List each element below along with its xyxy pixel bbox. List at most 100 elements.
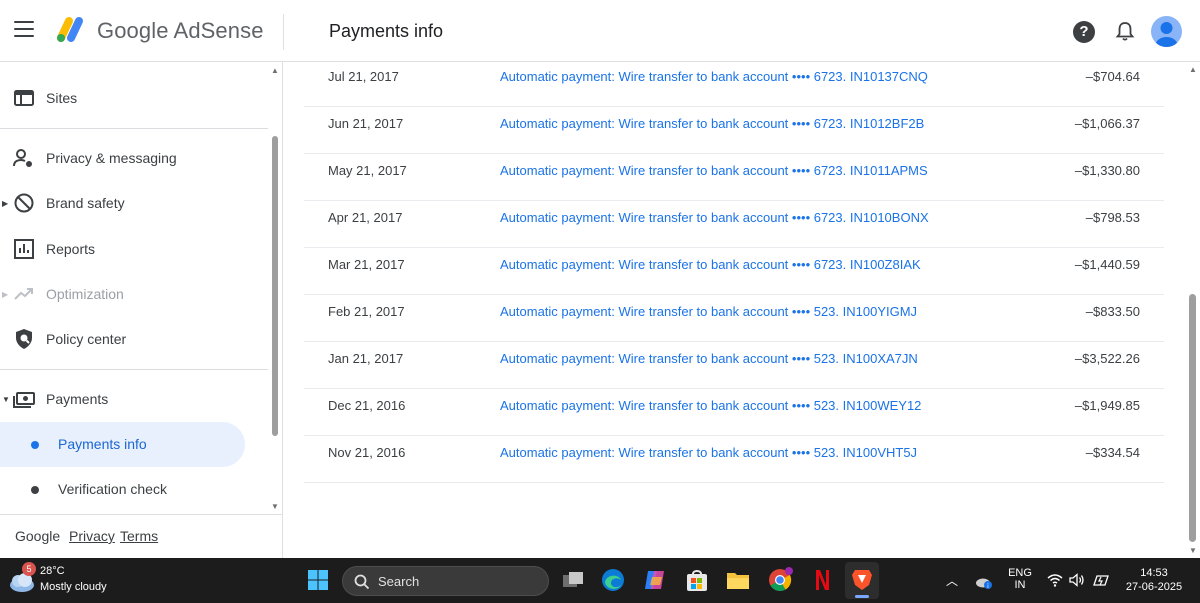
- table-row: Dec 21, 2016 Automatic payment: Wire tra…: [304, 389, 1164, 436]
- page-title: Payments info: [329, 21, 444, 41]
- trending-up-icon: [14, 288, 33, 300]
- microsoft-store-icon[interactable]: [684, 567, 710, 593]
- row-amount: –$833.50: [1085, 304, 1140, 319]
- privacy-link[interactable]: Privacy: [69, 528, 115, 544]
- caret-right-icon: ▶: [2, 289, 9, 299]
- row-description-link[interactable]: Automatic payment: Wire transfer to bank…: [500, 116, 924, 131]
- divider: [0, 128, 268, 129]
- row-date: Feb 21, 2017: [328, 304, 405, 319]
- region-label: IN: [1014, 579, 1026, 591]
- row-description-link[interactable]: Automatic payment: Wire transfer to bank…: [500, 210, 929, 225]
- wifi-icon[interactable]: [1047, 573, 1063, 587]
- transactions-table: Jul 21, 2017 Automatic payment: Wire tra…: [284, 62, 1186, 558]
- menu-icon[interactable]: [14, 21, 34, 39]
- avatar[interactable]: [1151, 16, 1182, 47]
- language-indicator[interactable]: ENG IN: [1007, 567, 1033, 591]
- terms-link[interactable]: Terms: [120, 528, 158, 544]
- scroll-down-icon[interactable]: ▼: [271, 502, 279, 511]
- sidebar: Sites Privacy & messaging ▶ Brand safety…: [0, 62, 283, 558]
- caret-right-icon: ▶: [2, 198, 9, 208]
- bullet-dot: [31, 441, 39, 449]
- windows-start-icon[interactable]: [307, 569, 329, 591]
- google-label: Google: [15, 528, 61, 544]
- copilot-icon[interactable]: [642, 567, 668, 593]
- bar-chart-icon: [14, 239, 34, 259]
- user-icon: [1155, 22, 1178, 47]
- sidebar-item-label: Payments: [46, 391, 109, 407]
- row-date: Jul 21, 2017: [328, 69, 399, 84]
- chrome-browser-icon[interactable]: [767, 567, 793, 593]
- scroll-up-icon[interactable]: ▲: [271, 66, 279, 75]
- sidebar-item-label: Optimization: [46, 286, 124, 302]
- sidebar-item-reports[interactable]: Reports: [0, 229, 268, 269]
- scrollbar-thumb[interactable]: [272, 136, 278, 436]
- sidebar-item-label: Privacy & messaging: [46, 150, 177, 166]
- active-indicator: [855, 595, 869, 598]
- sidebar-item-policy-center[interactable]: Policy center: [0, 319, 268, 359]
- weather-widget[interactable]: 5 28°C Mostly cloudy: [8, 562, 148, 598]
- sidebar-item-label: Payments info: [58, 436, 147, 452]
- table-row: Apr 21, 2017 Automatic payment: Wire tra…: [304, 201, 1164, 248]
- block-icon: [14, 193, 34, 213]
- search-icon: [354, 574, 370, 590]
- table-row: May 21, 2017 Automatic payment: Wire tra…: [304, 154, 1164, 201]
- brand-name: Google AdSense: [97, 18, 264, 43]
- brave-browser-active[interactable]: [845, 562, 879, 599]
- edge-browser-icon[interactable]: [600, 567, 626, 593]
- table-row: Feb 21, 2017 Automatic payment: Wire tra…: [304, 295, 1164, 342]
- sidebar-item-sites[interactable]: Sites: [0, 78, 268, 118]
- weather-condition: Mostly cloudy: [40, 581, 107, 593]
- help-icon[interactable]: ?: [1073, 21, 1095, 43]
- caret-down-icon: ▼: [2, 394, 10, 404]
- payments-icon: [13, 392, 35, 408]
- web-icon: [14, 90, 34, 106]
- netflix-icon[interactable]: [808, 567, 834, 593]
- scrollbar-thumb[interactable]: [1189, 294, 1196, 542]
- row-description-link[interactable]: Automatic payment: Wire transfer to bank…: [500, 351, 918, 366]
- row-date: May 21, 2017: [328, 163, 407, 178]
- person-settings-icon: [13, 149, 32, 167]
- row-amount: –$1,440.59: [1074, 257, 1140, 272]
- sidebar-item-verification-check[interactable]: Verification check: [0, 467, 245, 512]
- row-amount: –$1,949.85: [1074, 398, 1140, 413]
- table-row: Jun 21, 2017 Automatic payment: Wire tra…: [304, 107, 1164, 154]
- scroll-up-icon[interactable]: ▲: [1189, 65, 1197, 74]
- row-date: Jun 21, 2017: [328, 116, 404, 131]
- row-description-link[interactable]: Automatic payment: Wire transfer to bank…: [500, 257, 921, 272]
- row-description-link[interactable]: Automatic payment: Wire transfer to bank…: [500, 398, 921, 413]
- row-amount: –$798.53: [1085, 210, 1140, 225]
- row-amount: –$1,330.80: [1074, 163, 1140, 178]
- row-date: Nov 21, 2016: [328, 445, 406, 460]
- sidebar-item-brand-safety[interactable]: ▶ Brand safety: [0, 183, 268, 223]
- taskbar-search[interactable]: Search: [342, 566, 549, 596]
- cloud-sync-icon[interactable]: i: [975, 572, 993, 590]
- weather-badge: 5: [22, 562, 36, 576]
- main-scrollbar[interactable]: ▲ ▼: [1186, 62, 1200, 558]
- sidebar-item-payments-info[interactable]: Payments info: [0, 422, 245, 467]
- sidebar-item-optimization[interactable]: ▶ Optimization: [0, 274, 268, 314]
- row-description-link[interactable]: Automatic payment: Wire transfer to bank…: [500, 163, 928, 178]
- sidebar-item-payments[interactable]: ▼ Payments: [0, 379, 268, 419]
- row-description-link[interactable]: Automatic payment: Wire transfer to bank…: [500, 69, 928, 84]
- volume-icon[interactable]: [1069, 573, 1085, 587]
- sidebar-item-label: Brand safety: [46, 195, 125, 211]
- file-explorer-icon[interactable]: [725, 567, 751, 593]
- bell-icon[interactable]: [1115, 20, 1135, 42]
- row-date: Jan 21, 2017: [328, 351, 404, 366]
- scroll-down-icon[interactable]: ▼: [1189, 546, 1197, 555]
- sidebar-scrollbar[interactable]: ▲ ▼: [268, 62, 282, 514]
- table-row: Jan 21, 2017 Automatic payment: Wire tra…: [304, 342, 1164, 389]
- header-divider: [283, 14, 284, 50]
- row-description-link[interactable]: Automatic payment: Wire transfer to bank…: [500, 445, 917, 460]
- row-date: Mar 21, 2017: [328, 257, 405, 272]
- sidebar-item-privacy-messaging[interactable]: Privacy & messaging: [0, 138, 268, 178]
- chevron-up-icon[interactable]: ︿: [946, 572, 958, 589]
- row-description-link[interactable]: Automatic payment: Wire transfer to bank…: [500, 304, 917, 319]
- task-view-icon[interactable]: [560, 567, 586, 593]
- battery-charging-icon[interactable]: [1092, 572, 1110, 588]
- clock[interactable]: 14:53 27-06-2025: [1120, 567, 1188, 593]
- sidebar-item-label: Reports: [46, 241, 96, 257]
- clock-date: 27-06-2025: [1125, 581, 1183, 593]
- shield-icon: [16, 329, 32, 349]
- table-row: Mar 21, 2017 Automatic payment: Wire tra…: [304, 248, 1164, 295]
